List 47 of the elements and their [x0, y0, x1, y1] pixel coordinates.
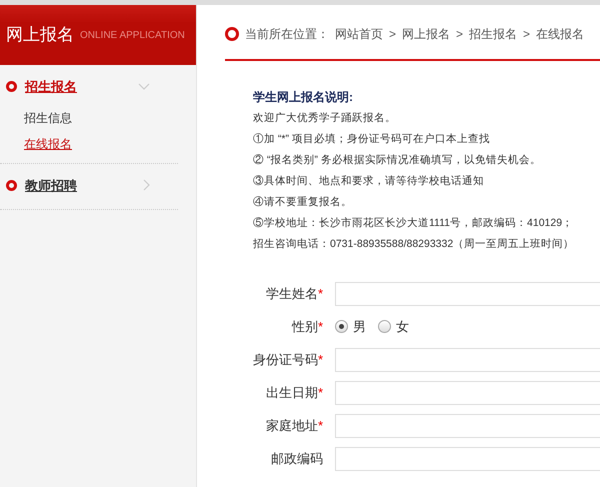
sidebar-title: 网上报名 — [6, 24, 74, 46]
input-field[interactable] — [335, 446, 600, 470]
breadcrumb-label: 当前所在位置： — [245, 26, 329, 43]
breadcrumb-link[interactable]: 网站首页 — [335, 25, 383, 43]
notes-line: ⑤学校地址：长沙市雨花区长沙大道1111号，邮政编码：410129； — [253, 216, 574, 231]
field-label: 学生姓名 — [266, 286, 318, 301]
required-mark: * — [318, 384, 323, 400]
notes-line: ①加 “*” 项目必填；身份证号码可在户口本上查找 — [253, 132, 491, 147]
input-field[interactable] — [335, 414, 600, 438]
chevron-down-icon[interactable] — [138, 83, 150, 90]
submenu-link[interactable]: 在线报名 — [0, 130, 178, 156]
ring-icon — [6, 180, 17, 191]
sidebar-subtitle: ONLINE APPLICATION — [80, 28, 185, 42]
required-mark: * — [318, 318, 323, 334]
required-mark: * — [318, 352, 323, 367]
field-label: 邮政编码 — [271, 450, 323, 466]
field-label: 性别 — [292, 318, 318, 334]
required-mark: * — [318, 418, 323, 433]
breadcrumb-separator: > — [456, 26, 464, 43]
menu-item[interactable]: 招生报名 — [25, 77, 77, 96]
notes-line: 招生咨询电话：0731-88935588/88293332（周一至周五上班时间） — [253, 237, 576, 252]
notes-line: 欢迎广大优秀学子踊跃报名。 — [253, 111, 397, 126]
breadcrumb-separator: > — [523, 26, 530, 43]
input-field[interactable] — [335, 348, 600, 372]
input-field[interactable] — [335, 380, 600, 404]
breadcrumb-link[interactable]: 网上报名 — [402, 25, 450, 43]
breadcrumb-separator: > — [389, 26, 396, 43]
required-mark: * — [318, 286, 323, 301]
chevron-right-icon[interactable] — [143, 179, 150, 192]
breadcrumb-link[interactable]: 在线报名 — [536, 25, 584, 43]
ring-icon — [225, 27, 239, 41]
notes-title: 学生网上报名说明: — [253, 89, 354, 106]
submenu-link[interactable]: 招生信息 — [0, 104, 178, 130]
notes-line: ③具体时间、地点和要求，请等待学校电话通知 — [253, 174, 485, 189]
radio-label: 女 — [396, 318, 409, 336]
menu-item[interactable]: 教师招聘 — [25, 176, 77, 195]
radio-button[interactable] — [335, 320, 348, 333]
radio-label: 男 — [353, 318, 366, 336]
ring-icon — [6, 81, 17, 92]
input-field[interactable] — [335, 282, 600, 306]
notes-line: ② “报名类别” 务必根据实际情况准确填写，以免错失机会。 — [253, 153, 542, 168]
radio-button[interactable] — [378, 320, 391, 333]
field-label: 身份证号码 — [252, 352, 318, 367]
notes-line: ④请不要重复报名。 — [253, 195, 353, 210]
field-label: 出生日期 — [266, 384, 318, 400]
breadcrumb-link[interactable]: 招生报名 — [469, 25, 518, 43]
field-label: 家庭地址 — [266, 418, 318, 433]
